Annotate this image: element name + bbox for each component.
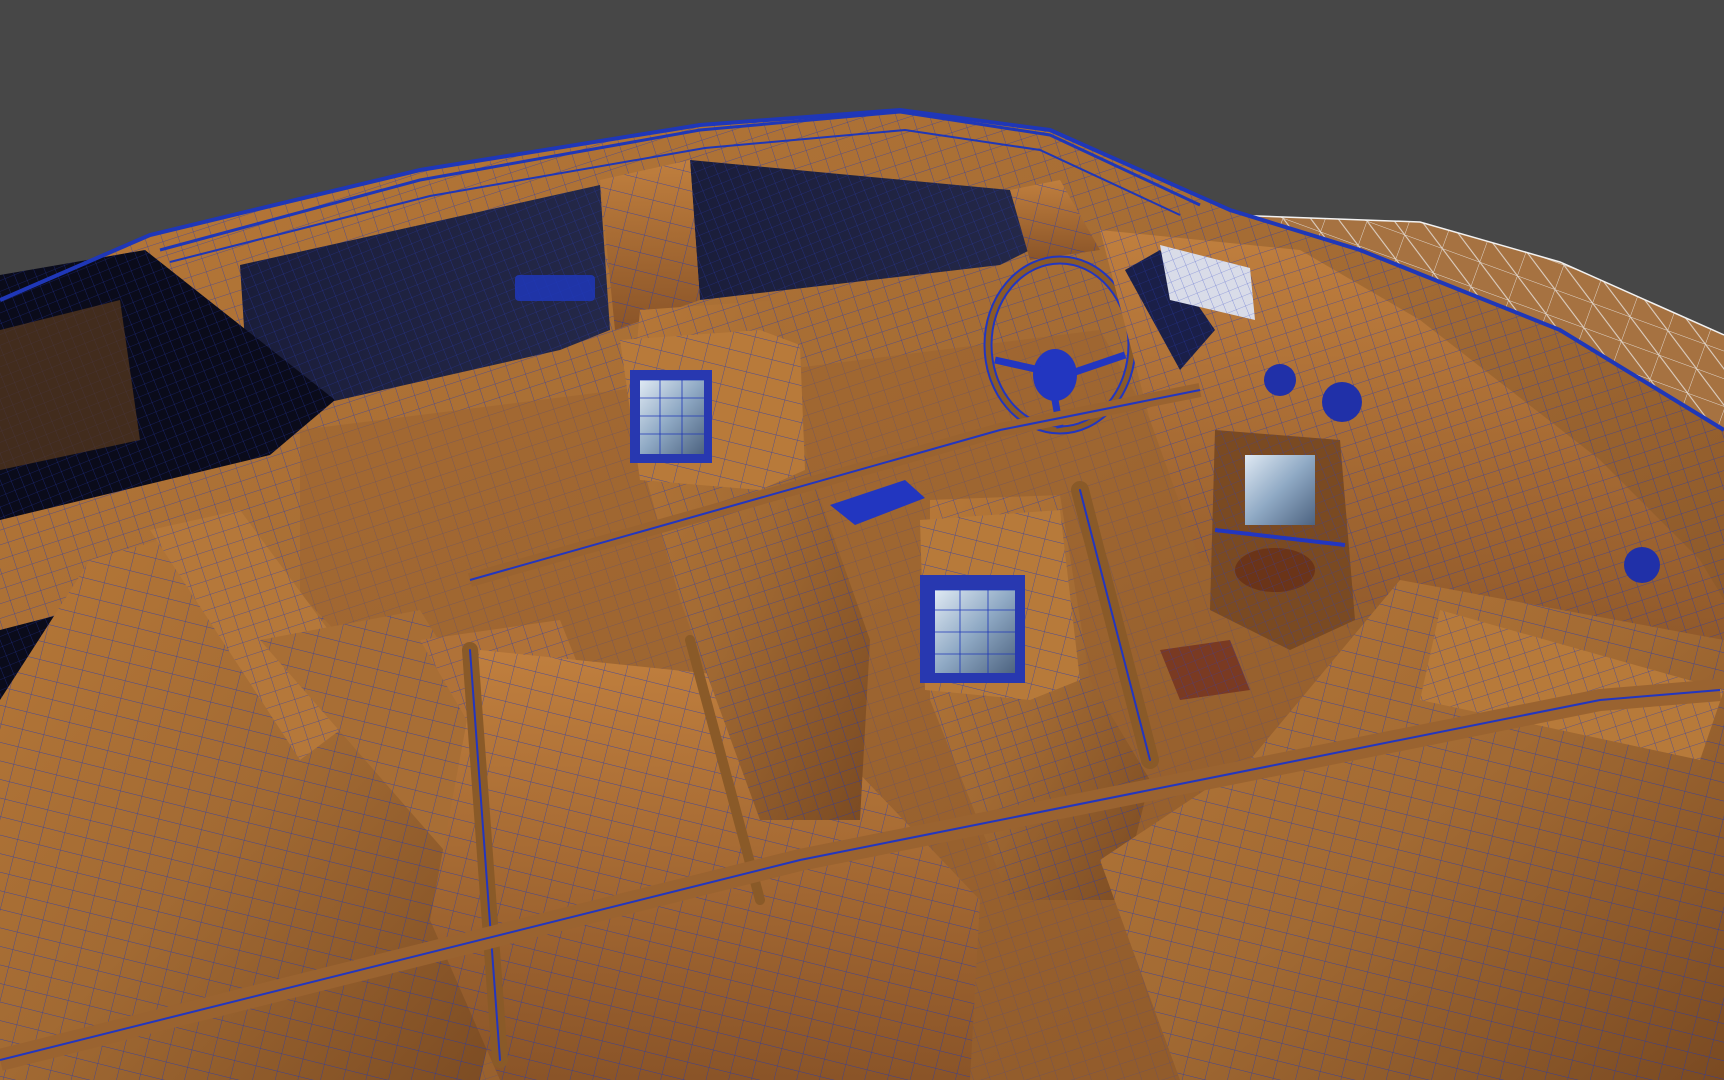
3d-viewport[interactable]: [0, 0, 1724, 1080]
b-pillar: [600, 160, 700, 330]
display-icon: [1245, 455, 1315, 525]
headrest-screen-right: [920, 575, 1025, 683]
headrest-screen-left: [630, 370, 712, 463]
door-handle: [515, 275, 595, 301]
monitor-icon: [640, 380, 704, 454]
monitor-icon: [935, 590, 1015, 673]
scene-render[interactable]: [0, 0, 1724, 1080]
